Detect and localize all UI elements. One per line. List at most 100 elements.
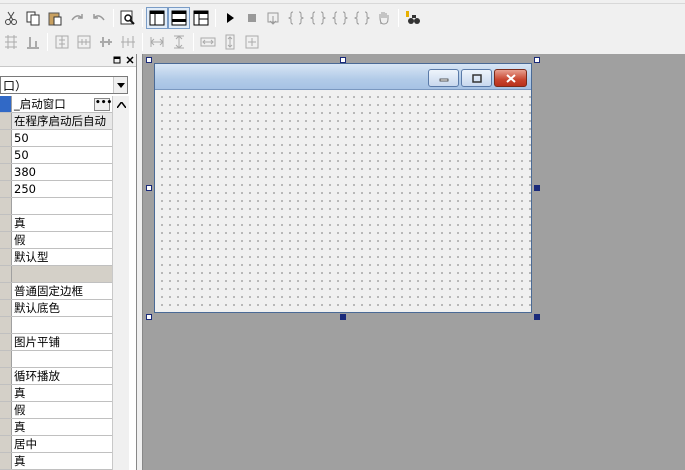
property-row[interactable]: 在程序启动后自动: [0, 113, 112, 130]
property-value[interactable]: [12, 351, 112, 367]
property-value[interactable]: 真: [12, 215, 112, 231]
property-key: [0, 368, 12, 384]
property-key: [0, 198, 12, 214]
property-key: [0, 419, 12, 435]
close-icon[interactable]: [125, 56, 134, 65]
pin-icon[interactable]: [112, 56, 121, 65]
align-bottom-icon[interactable]: [22, 31, 44, 53]
property-row[interactable]: 真: [0, 385, 112, 402]
hand-icon[interactable]: [373, 7, 395, 29]
center-vertical-icon[interactable]: [73, 31, 95, 53]
paste-icon[interactable]: [44, 7, 66, 29]
property-value[interactable]: 假: [12, 402, 112, 418]
property-row[interactable]: 普通固定边框: [0, 283, 112, 300]
resize-handle-bottom-right[interactable]: [534, 314, 540, 320]
same-height-icon[interactable]: [219, 31, 241, 53]
chevron-down-icon[interactable]: [113, 77, 127, 93]
brace-icon[interactable]: [285, 7, 307, 29]
minimize-icon[interactable]: [428, 69, 459, 87]
property-key: [0, 113, 12, 129]
property-row[interactable]: 循环播放: [0, 368, 112, 385]
resize-handle-bottom[interactable]: [340, 314, 346, 320]
property-row[interactable]: 真: [0, 453, 112, 470]
property-value[interactable]: 默认底色: [12, 300, 112, 316]
property-row[interactable]: 380: [0, 164, 112, 181]
property-row[interactable]: 50: [0, 130, 112, 147]
align-columns-icon[interactable]: [117, 31, 139, 53]
object-selector[interactable]: 口）: [0, 76, 128, 94]
property-row[interactable]: 默认型: [0, 249, 112, 266]
property-value[interactable]: [12, 317, 112, 333]
property-row[interactable]: 50: [0, 147, 112, 164]
copy-icon[interactable]: [22, 7, 44, 29]
property-value[interactable]: 循环播放: [12, 368, 112, 384]
property-row[interactable]: [0, 351, 112, 368]
property-key: [0, 181, 12, 197]
property-grid: _启动窗口 ••• 在程序启动后自动 50 50 380 250 真 假 默认型 …: [0, 96, 112, 470]
center-horizontal-icon[interactable]: [51, 31, 73, 53]
layout-top-panel-icon[interactable]: [168, 7, 190, 29]
property-row[interactable]: 250: [0, 181, 112, 198]
property-value[interactable]: 380: [12, 164, 112, 180]
property-value[interactable]: 50: [12, 130, 112, 146]
run-icon[interactable]: [219, 7, 241, 29]
property-value[interactable]: 假: [12, 232, 112, 248]
binoculars-icon[interactable]: [402, 7, 424, 29]
cut-icon[interactable]: [0, 7, 22, 29]
layout-left-panel-icon[interactable]: [146, 7, 168, 29]
property-row[interactable]: 假: [0, 402, 112, 419]
brace-icon[interactable]: [351, 7, 373, 29]
alignment-toolbar: [0, 30, 275, 54]
brace-icon[interactable]: [329, 7, 351, 29]
maximize-icon[interactable]: [461, 69, 492, 87]
property-value[interactable]: 在程序启动后自动: [12, 113, 112, 129]
property-value[interactable]: _启动窗口 •••: [12, 96, 112, 112]
form-client-area[interactable]: [155, 90, 531, 312]
property-value[interactable]: 默认型: [12, 249, 112, 265]
align-middle-icon[interactable]: [95, 31, 117, 53]
property-row[interactable]: 默认底色: [0, 300, 112, 317]
resize-handle-right[interactable]: [534, 185, 540, 191]
property-row[interactable]: 居中: [0, 436, 112, 453]
property-value: [12, 266, 112, 282]
close-window-icon[interactable]: [494, 69, 527, 87]
align-grid-icon[interactable]: [0, 31, 22, 53]
property-key: [0, 334, 12, 350]
property-row[interactable]: [0, 317, 112, 334]
property-value[interactable]: 图片平铺: [12, 334, 112, 350]
design-form-window[interactable]: [154, 63, 532, 313]
resize-handle-top-left: [146, 57, 152, 63]
resize-handle-top: [340, 57, 346, 63]
property-value[interactable]: 普通固定边框: [12, 283, 112, 299]
find-icon[interactable]: [117, 7, 139, 29]
layout-split-panel-icon[interactable]: [190, 7, 212, 29]
property-value[interactable]: [12, 198, 112, 214]
same-width-icon[interactable]: [197, 31, 219, 53]
property-row[interactable]: 真: [0, 215, 112, 232]
space-horizontal-icon[interactable]: [146, 31, 168, 53]
property-value[interactable]: 真: [12, 385, 112, 401]
property-row[interactable]: 图片平铺: [0, 334, 112, 351]
space-vertical-icon[interactable]: [168, 31, 190, 53]
undo-icon[interactable]: [88, 7, 110, 29]
brace-icon[interactable]: [307, 7, 329, 29]
property-scrollbar[interactable]: [112, 96, 129, 470]
ellipsis-button[interactable]: •••: [94, 97, 112, 111]
property-value[interactable]: 50: [12, 147, 112, 163]
property-row[interactable]: _启动窗口 •••: [0, 96, 112, 113]
toolbar-separator: [398, 9, 399, 27]
property-value[interactable]: 真: [12, 453, 112, 469]
property-value[interactable]: 250: [12, 181, 112, 197]
step-into-icon[interactable]: [263, 7, 285, 29]
property-value[interactable]: 真: [12, 419, 112, 435]
redo-icon[interactable]: [66, 7, 88, 29]
stop-icon[interactable]: [241, 7, 263, 29]
property-row[interactable]: 真: [0, 419, 112, 436]
same-size-icon[interactable]: [241, 31, 263, 53]
property-row[interactable]: 假: [0, 232, 112, 249]
property-key: [0, 147, 12, 163]
property-row[interactable]: [0, 198, 112, 215]
scroll-up-icon[interactable]: [113, 96, 129, 113]
form-titlebar[interactable]: [155, 64, 531, 90]
property-value[interactable]: 居中: [12, 436, 112, 452]
